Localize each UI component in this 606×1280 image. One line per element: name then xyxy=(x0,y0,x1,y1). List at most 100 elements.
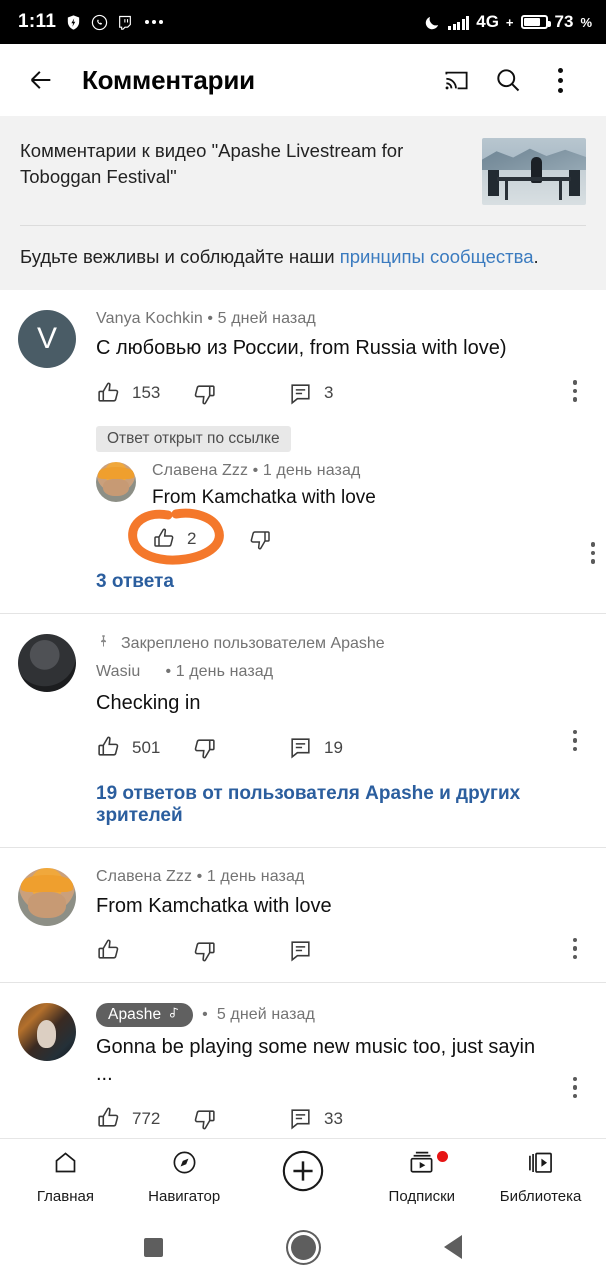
shield-icon xyxy=(65,14,82,31)
back-arrow-icon[interactable] xyxy=(20,59,62,101)
compass-icon xyxy=(171,1149,198,1181)
reply-button[interactable]: 33 xyxy=(288,1106,362,1131)
like-button[interactable] xyxy=(96,938,170,963)
comment-timestamp: 1 день назад xyxy=(175,662,274,680)
like-button[interactable]: 501 xyxy=(96,735,170,760)
comment-author[interactable]: Wasiu xyxy=(96,663,140,680)
nav-item-create[interactable] xyxy=(247,1148,359,1206)
search-icon[interactable] xyxy=(482,56,534,104)
reply-button[interactable]: 19 xyxy=(288,735,362,760)
like-count: 153 xyxy=(132,383,161,402)
reply-overflow-menu[interactable] xyxy=(576,536,606,570)
status-time: 1:11 xyxy=(18,11,57,32)
video-thumbnail[interactable] xyxy=(482,138,586,205)
like-count: 772 xyxy=(132,1108,161,1128)
comment-overflow-menu[interactable] xyxy=(558,724,592,758)
reply-count: 19 xyxy=(324,737,343,757)
home-circle-icon[interactable] xyxy=(291,1234,316,1260)
view-replies-link[interactable]: 19 ответов от пользователя Apashe и друг… xyxy=(96,779,554,847)
comment-author[interactable]: Славена Zzz xyxy=(96,868,192,885)
nav-label: Главная xyxy=(36,1187,94,1205)
nav-item-subscriptions[interactable]: Подписки xyxy=(366,1149,478,1205)
video-info-row[interactable]: Комментарии к видео "Apashe Livestream f… xyxy=(0,116,606,225)
plus-circle-icon xyxy=(280,1148,326,1199)
avatar[interactable] xyxy=(96,462,136,502)
dislike-button[interactable] xyxy=(248,527,322,551)
like-button[interactable]: 2 xyxy=(152,527,226,551)
app-root: 1:11 4G + 73 % Комментарии Комментарии к… xyxy=(0,0,606,1280)
bottom-navigation: Главная Навигатор Подписки Библиотека xyxy=(0,1138,606,1214)
reply-count: 3 xyxy=(324,383,334,402)
meta-separator: • xyxy=(252,462,259,479)
status-bar-left: 1:11 xyxy=(18,11,164,33)
dislike-button[interactable] xyxy=(192,735,266,760)
comment-overflow-menu[interactable] xyxy=(558,1071,592,1105)
meta-separator: • xyxy=(207,310,214,327)
signal-strength-icon xyxy=(448,15,470,30)
comment-overflow-menu[interactable] xyxy=(558,932,592,966)
comment-actions xyxy=(96,920,554,982)
like-count: 501 xyxy=(132,737,161,757)
comment-item: V Vanya Kochkin • 5 дней назад С любовью… xyxy=(0,290,606,424)
reply-count: 33 xyxy=(324,1108,343,1128)
nav-item-library[interactable]: Библиотека xyxy=(485,1149,597,1205)
status-bar: 1:11 4G + 73 % xyxy=(0,0,606,44)
comment-body: Apashe • 5 дней назад Gonna be playing s… xyxy=(76,1002,588,1138)
view-replies-link[interactable]: 3 ответа xyxy=(78,567,606,613)
avatar[interactable] xyxy=(18,867,76,926)
page-title: Комментарии xyxy=(82,64,255,95)
comment-text: Gonna be playing some new music too, jus… xyxy=(96,1035,536,1085)
dislike-button[interactable] xyxy=(192,381,266,406)
comment-meta: Apashe • 5 дней назад xyxy=(96,1002,554,1027)
reply-button[interactable]: 3 xyxy=(288,381,362,406)
battery-percent: 73 xyxy=(554,12,574,31)
library-icon xyxy=(527,1149,554,1181)
dislike-button[interactable] xyxy=(192,1106,266,1131)
overflow-menu-icon[interactable] xyxy=(534,56,586,104)
back-triangle-icon[interactable] xyxy=(444,1235,462,1259)
like-button[interactable]: 153 xyxy=(96,381,170,406)
comment-text: From Kamchatka with love xyxy=(96,894,332,917)
comment-text: С любовью из России, from Russia with lo… xyxy=(96,337,507,359)
video-info-panel: Комментарии к видео "Apashe Livestream f… xyxy=(0,116,606,290)
more-dots-icon xyxy=(145,20,164,24)
reply-text: From Kamchatka with love xyxy=(152,487,376,508)
avatar[interactable] xyxy=(18,1002,76,1061)
channel-owner-badge[interactable]: Apashe xyxy=(96,1002,194,1027)
comment-body: Закреплено пользователем Apashe Wasiu • … xyxy=(76,634,588,847)
reply-link-badge: Ответ открыт по ссылке xyxy=(96,426,291,452)
recents-square-icon[interactable] xyxy=(144,1237,163,1257)
comment-overflow-menu[interactable] xyxy=(558,374,592,408)
reply-timestamp: 1 день назад xyxy=(262,462,361,479)
twitch-icon xyxy=(117,14,133,31)
like-button[interactable]: 772 xyxy=(96,1106,170,1131)
comment-body: Vanya Kochkin • 5 дней назад С любовью и… xyxy=(76,310,588,424)
nav-label: Подписки xyxy=(388,1187,456,1205)
comment-meta: Славена Zzz • 1 день назад xyxy=(96,868,554,886)
system-navigation-bar xyxy=(0,1214,606,1280)
dislike-button[interactable] xyxy=(192,938,266,963)
reply-actions: 2 xyxy=(128,508,554,567)
meta-separator: • xyxy=(165,662,172,680)
subscriptions-icon xyxy=(408,1149,435,1181)
battery-icon xyxy=(520,15,551,29)
avatar[interactable] xyxy=(18,633,76,692)
reply-author[interactable]: Славена Zzz xyxy=(152,462,248,479)
comment-item: Apashe • 5 дней назад Gonna be playing s… xyxy=(0,983,606,1138)
music-note-icon xyxy=(168,1006,181,1024)
cast-icon[interactable] xyxy=(430,56,482,104)
comment-timestamp: 5 дней назад xyxy=(217,310,316,327)
network-type: 4G xyxy=(476,12,499,31)
avatar[interactable]: V xyxy=(18,310,76,368)
comment-author[interactable]: Vanya Kochkin xyxy=(96,310,203,327)
nav-label: Библиотека xyxy=(499,1187,582,1205)
nav-item-home[interactable]: Главная xyxy=(9,1149,121,1205)
comment-list: V Vanya Kochkin • 5 дней назад С любовью… xyxy=(0,290,606,1138)
community-guidelines-link[interactable]: принципы сообщества xyxy=(340,246,534,267)
nav-item-explore[interactable]: Навигатор xyxy=(128,1149,240,1205)
guidelines-prefix: Будьте вежливы и соблюдайте наши xyxy=(20,246,340,267)
comment-body: Славена Zzz • 1 день назад From Kamchatk… xyxy=(76,868,588,982)
reply-button[interactable] xyxy=(288,938,362,963)
network-plus: + xyxy=(505,14,514,30)
guidelines-suffix: . xyxy=(533,246,539,267)
